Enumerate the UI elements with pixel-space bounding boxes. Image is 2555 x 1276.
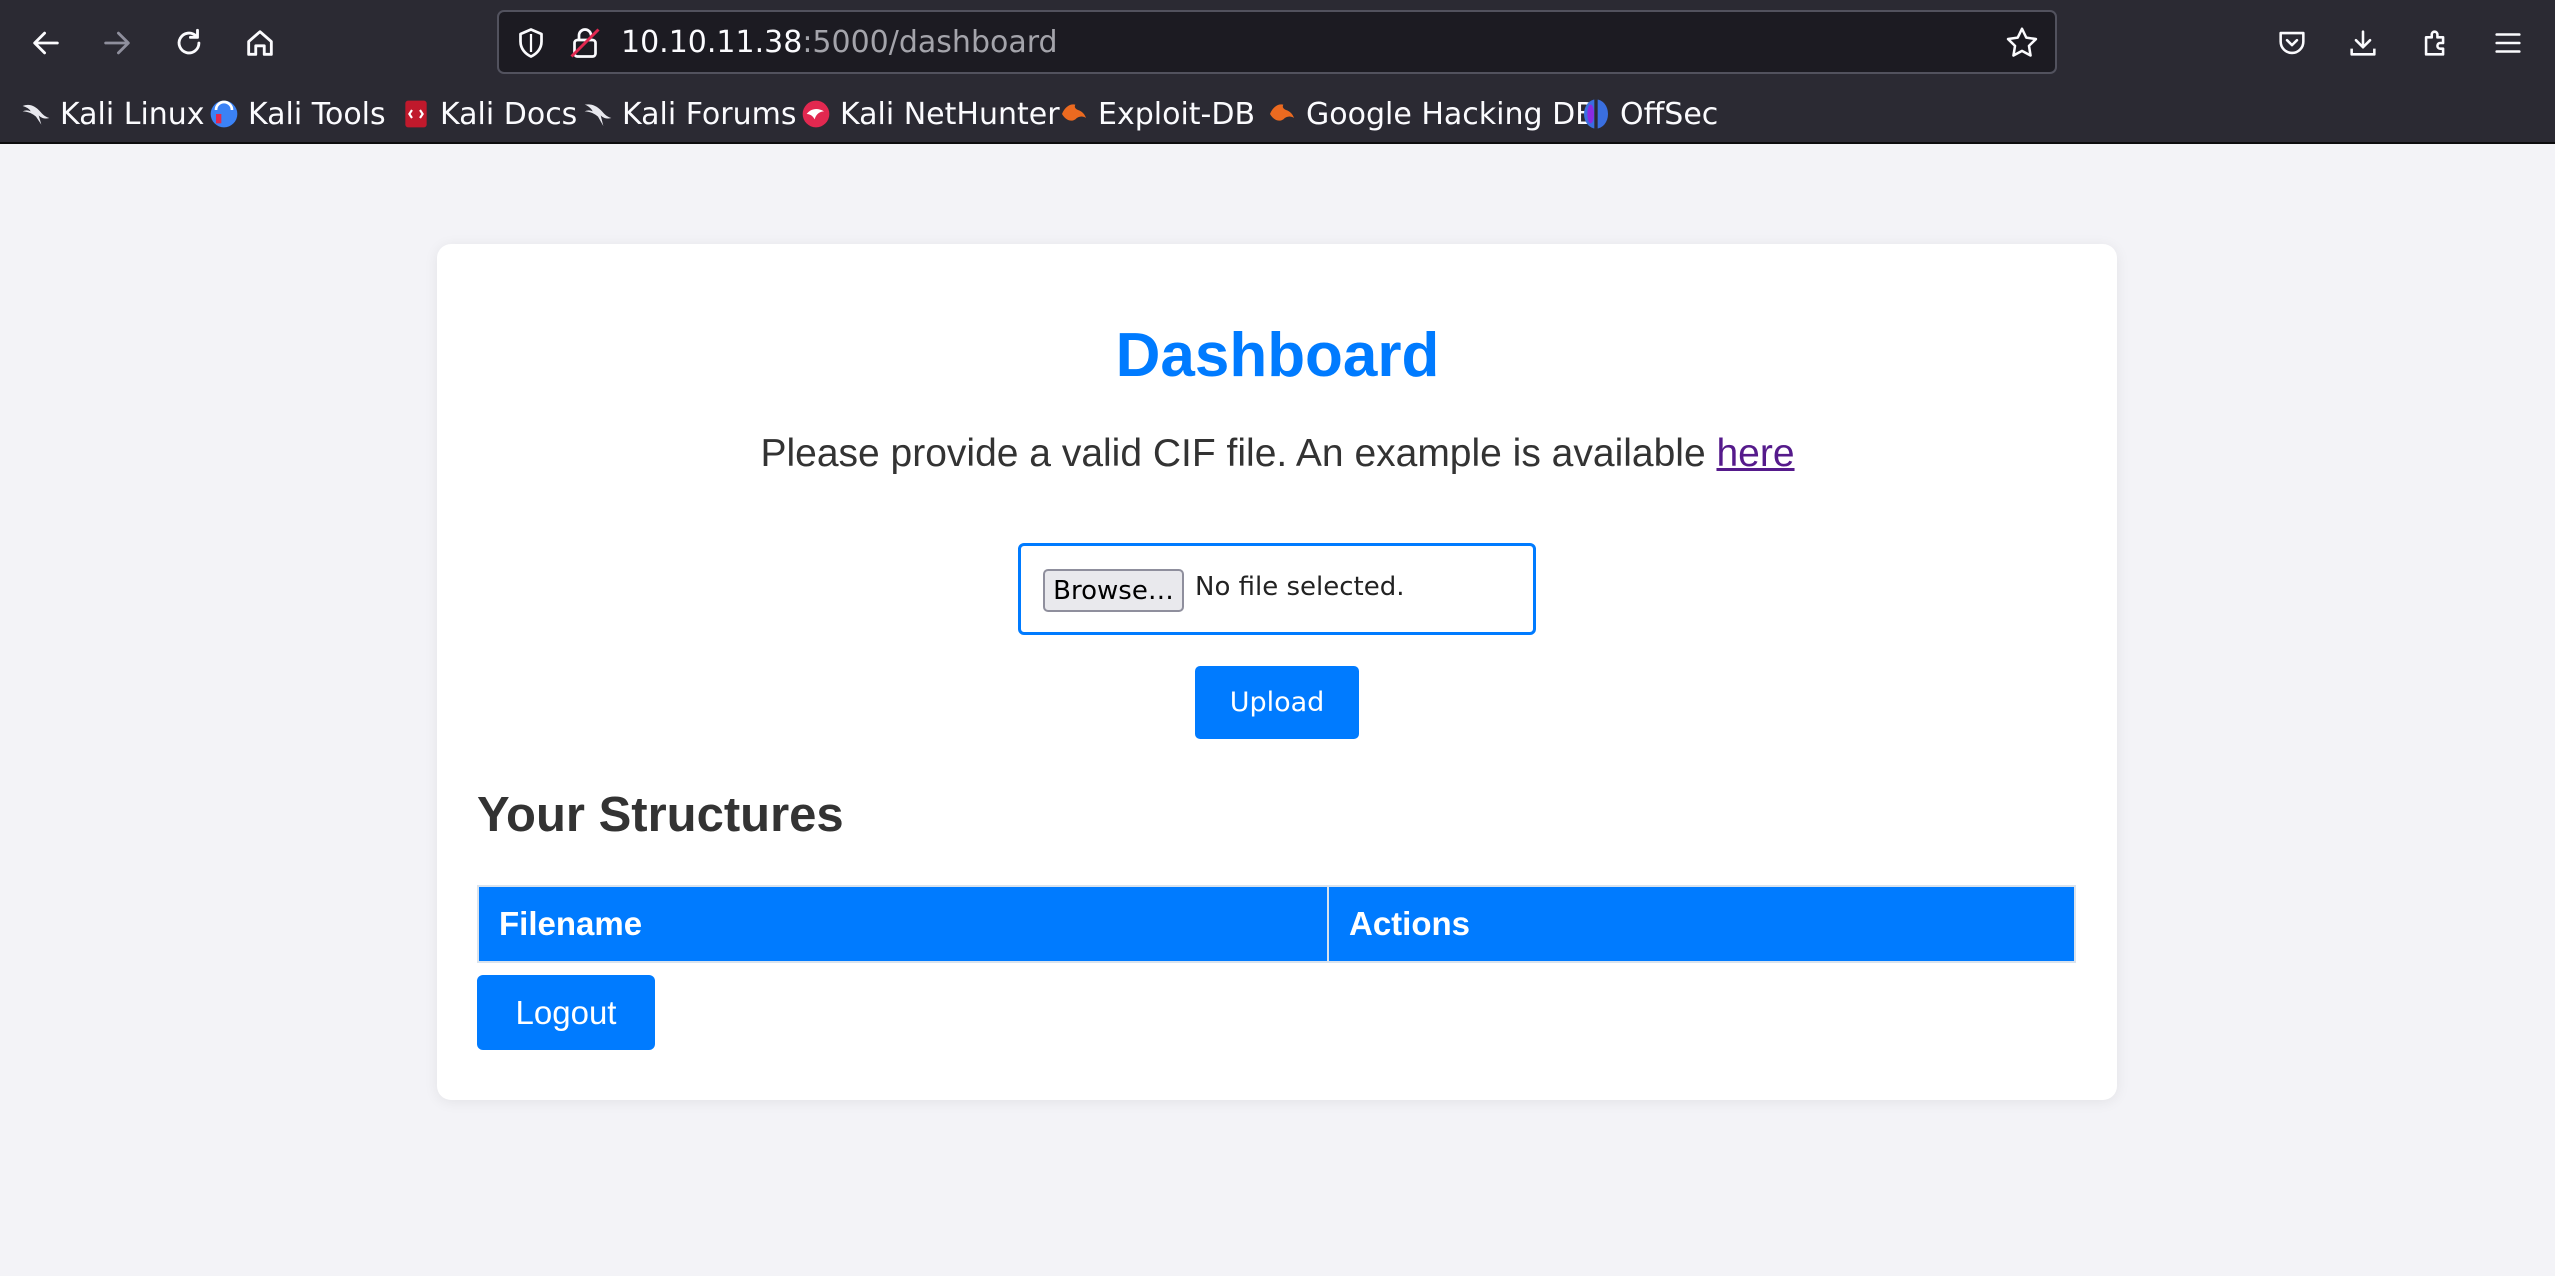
bookmark-label: Kali Forums: [622, 96, 797, 132]
bookmark-offsec[interactable]: OffSec: [1580, 94, 1718, 134]
forward-button[interactable]: [88, 14, 146, 72]
reload-icon: [177, 28, 201, 55]
bookmark-label: Exploit-DB: [1098, 96, 1256, 132]
cif-file-input[interactable]: Browse… No file selected.: [1018, 543, 1536, 635]
bookmark-kali-docs[interactable]: Kali Docs: [400, 94, 577, 134]
ghdb-icon: [1270, 104, 1294, 121]
bookmark-kali-forums[interactable]: Kali Forums: [582, 94, 796, 134]
url-path: :5000/dashboard: [802, 25, 1058, 60]
instructions-text: Please provide a valid CIF file. An exam…: [0, 432, 2555, 476]
url-host: 10.10.11.38: [621, 25, 803, 60]
bookmark-kali-linux[interactable]: Kali Linux: [20, 94, 205, 134]
column-header-actions: Actions: [1349, 905, 1471, 942]
column-header-filename: Filename: [479, 887, 1329, 961]
kali-forums-icon: [584, 104, 612, 126]
offsec-icon: [1584, 99, 1608, 129]
kali-docs-icon: [405, 100, 427, 128]
bookmark-kali-tools[interactable]: Kali Tools: [208, 94, 386, 134]
logout-button[interactable]: Logout: [477, 975, 655, 1050]
extensions-button[interactable]: [2407, 14, 2465, 72]
pocket-button[interactable]: [2263, 14, 2321, 72]
pocket-icon: [2279, 31, 2305, 55]
bookmark-label: Kali Tools: [248, 96, 386, 132]
home-button[interactable]: [231, 14, 289, 72]
bookmark-label: Kali NetHunter: [840, 96, 1060, 132]
home-icon: [247, 30, 273, 56]
bookmark-label: Kali Linux: [60, 96, 205, 132]
page-title: Dashboard: [1115, 321, 1440, 390]
kali-dragon-icon: [22, 104, 50, 125]
back-arrow-icon: [33, 31, 59, 55]
instructions-label: Please provide a valid CIF file. An exam…: [760, 432, 1717, 475]
address-bar[interactable]: 10.10.11.38:5000/dashboard: [497, 10, 2057, 74]
downloads-button[interactable]: [2334, 14, 2392, 72]
structures-table: Filename Actions: [477, 885, 2076, 963]
url-text[interactable]: 10.10.11.38:5000/dashboard: [621, 24, 1058, 62]
browser-chrome: 10.10.11.38:5000/dashboard Kali Linux Ka…: [0, 0, 2555, 144]
bookmark-label: OffSec: [1620, 96, 1719, 132]
download-icon: [2350, 30, 2376, 56]
chrome-divider: [0, 142, 2555, 144]
exploit-db-icon: [1062, 104, 1086, 121]
shield-icon[interactable]: [513, 25, 549, 61]
puzzle-icon: [2424, 30, 2445, 56]
bookmark-kali-nethunter[interactable]: Kali NetHunter: [800, 94, 1060, 134]
bookmark-label: Google Hacking DB: [1306, 96, 1596, 132]
browse-button[interactable]: Browse…: [1043, 569, 1184, 612]
structures-heading: Your Structures: [477, 788, 844, 842]
hamburger-menu-icon: [2495, 33, 2521, 53]
forward-arrow-icon: [104, 31, 130, 55]
bookmark-exploit-db[interactable]: Exploit-DB: [1058, 94, 1255, 134]
navigation-toolbar: 10.10.11.38:5000/dashboard: [0, 0, 2555, 86]
kali-tools-icon: [210, 100, 238, 128]
reload-button[interactable]: [160, 14, 218, 72]
bookmarks-toolbar: Kali Linux Kali Tools Kali Docs Kali For…: [0, 86, 2555, 142]
bookmark-google-hacking-db[interactable]: Google Hacking DB: [1266, 94, 1596, 134]
bookmark-star-icon[interactable]: [2003, 24, 2041, 62]
upload-button[interactable]: Upload: [1195, 666, 1359, 739]
insecure-lock-icon[interactable]: [567, 25, 603, 61]
back-button[interactable]: [17, 14, 75, 72]
menu-button[interactable]: [2479, 14, 2537, 72]
file-status-text: No file selected.: [1195, 572, 1405, 602]
kali-nethunter-icon: [802, 100, 830, 128]
example-file-link[interactable]: here: [1716, 432, 1794, 475]
bookmark-label: Kali Docs: [440, 96, 578, 132]
